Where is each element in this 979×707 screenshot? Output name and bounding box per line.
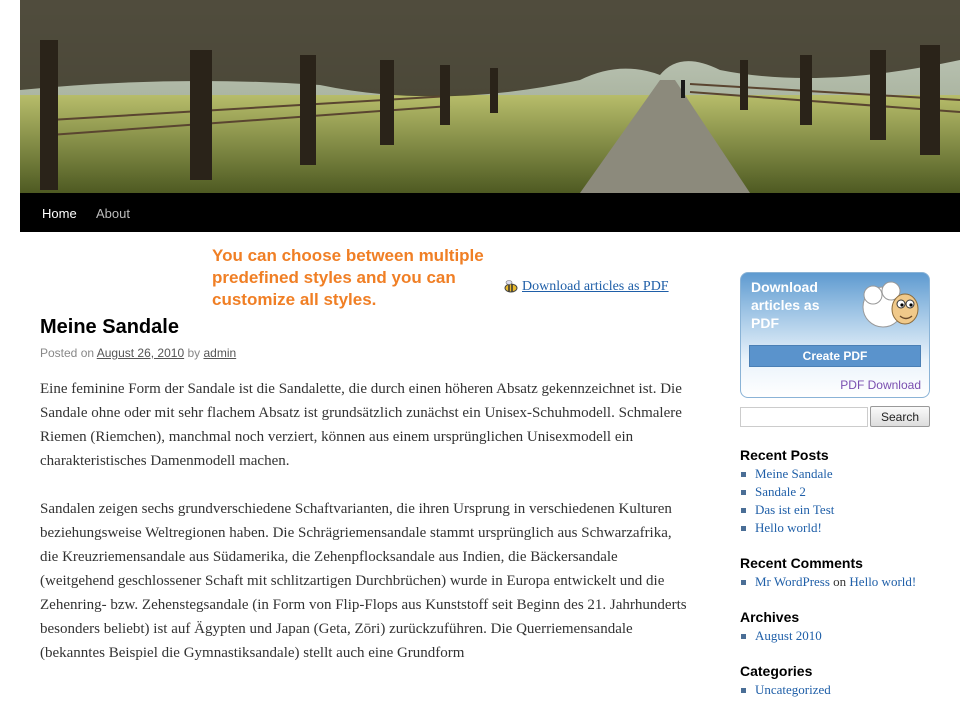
posted-on-label: Posted on	[40, 346, 95, 360]
recent-post-link[interactable]: Das ist ein Test	[755, 502, 834, 517]
archive-link[interactable]: August 2010	[755, 628, 822, 643]
comment-post-link[interactable]: Hello world!	[849, 574, 916, 589]
category-link[interactable]: Uncategorized	[755, 682, 831, 697]
recent-post-link[interactable]: Hello world!	[755, 520, 822, 535]
post-date-link[interactable]: August 26, 2010	[97, 346, 184, 360]
header-image	[20, 0, 960, 193]
post-content: Eine feminine Form der Sandale ist die S…	[40, 377, 690, 689]
promo-text: You can choose between multiple predefin…	[212, 246, 484, 309]
list-item: Hello world!	[740, 519, 834, 537]
archives-list: August 2010	[740, 627, 822, 645]
post-author-link[interactable]: admin	[204, 346, 237, 360]
download-articles-pdf-link[interactable]: Download articles as PDF	[522, 279, 669, 295]
categories-title: Categories	[740, 663, 813, 679]
by-label: by	[187, 346, 201, 360]
pdf-download-link[interactable]: PDF Download	[840, 378, 921, 392]
search-input[interactable]	[740, 407, 868, 427]
recent-post-link[interactable]: Meine Sandale	[755, 466, 833, 481]
recent-comments-title: Recent Comments	[740, 555, 863, 571]
nav-home-link[interactable]: Home	[42, 206, 77, 221]
pdf-download-widget: Download articles as PDF Create PDF PDF …	[740, 272, 930, 398]
on-label: on	[833, 574, 847, 589]
create-pdf-button[interactable]: Create PDF	[749, 345, 921, 367]
categories-list: Uncategorized	[740, 681, 831, 699]
list-item: Mr WordPress on Hello world!	[740, 573, 916, 591]
paragraph: Eine feminine Form der Sandale ist die S…	[40, 381, 682, 469]
archives-title: Archives	[740, 609, 800, 625]
recent-post-link[interactable]: Sandale 2	[755, 484, 806, 499]
post-title[interactable]: Meine Sandale	[40, 316, 179, 339]
list-item: August 2010	[740, 627, 822, 645]
list-item: Uncategorized	[740, 681, 831, 699]
list-item: Sandale 2	[740, 483, 834, 501]
list-item: Das ist ein Test	[740, 501, 834, 519]
bee-icon	[503, 279, 519, 300]
recent-posts-list: Meine Sandale Sandale 2 Das ist ein Test…	[740, 465, 834, 537]
pdf-widget-title: Download articles as PDF	[751, 279, 820, 331]
post-meta: Posted on August 26, 2010 by admin	[40, 346, 236, 360]
recent-comments-list: Mr WordPress on Hello world!	[740, 573, 916, 591]
main-navigation: Home About	[20, 193, 960, 232]
paragraph: Sandalen zeigen sechs grundverschiedene …	[40, 501, 687, 661]
search-button[interactable]: Search	[870, 406, 930, 427]
nav-about-link[interactable]: About	[96, 206, 130, 221]
comment-author-link[interactable]: Mr WordPress	[755, 574, 830, 589]
sheep-mascot-icon	[853, 273, 925, 350]
recent-posts-title: Recent Posts	[740, 447, 829, 463]
list-item: Meine Sandale	[740, 465, 834, 483]
